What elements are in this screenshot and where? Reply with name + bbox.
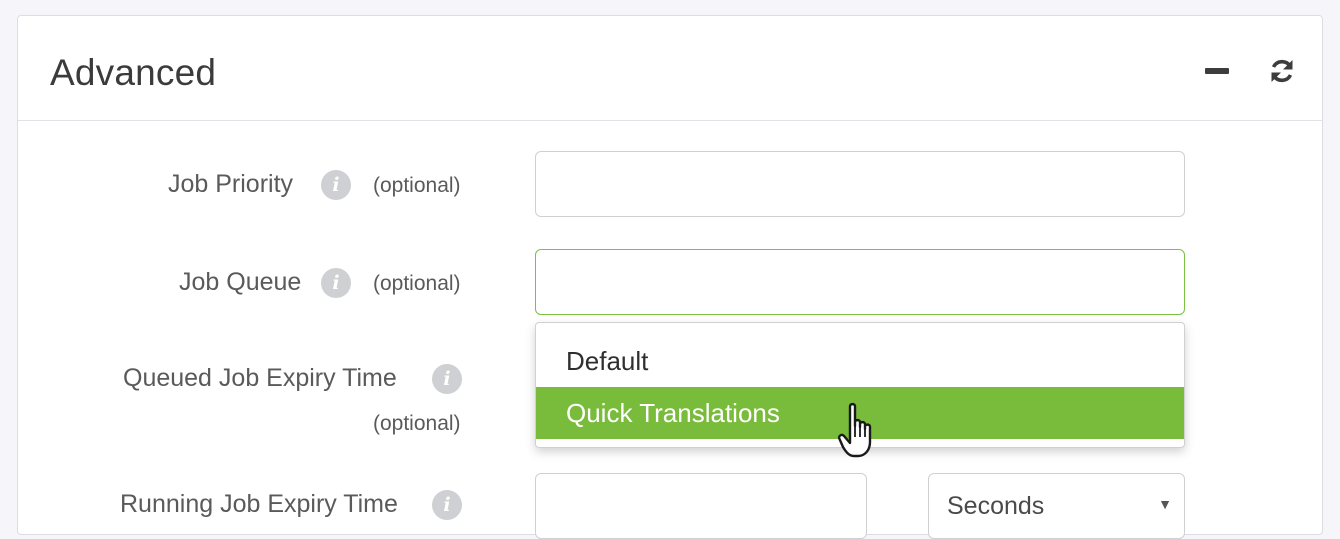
info-icon[interactable]: i (432, 490, 462, 520)
expiry-unit-select[interactable]: Seconds ▼ (928, 473, 1185, 539)
refresh-icon (1271, 59, 1293, 83)
running-expiry-input[interactable] (535, 473, 867, 539)
job-priority-optional: (optional) (373, 174, 461, 197)
queued-expiry-optional: (optional) (373, 412, 461, 435)
info-icon[interactable]: i (321, 170, 351, 200)
job-queue-input[interactable] (535, 249, 1185, 315)
caret-down-icon: ▼ (1158, 496, 1172, 512)
info-glyph: i (443, 493, 451, 516)
dropdown-option-default[interactable]: Default (536, 335, 1184, 387)
panel-header: Advanced (18, 16, 1322, 121)
expiry-unit-value: Seconds (947, 492, 1045, 520)
running-expiry-label: Running Job Expiry Time (120, 490, 398, 518)
refresh-button[interactable] (1265, 54, 1299, 88)
info-glyph: i (332, 173, 340, 196)
queued-expiry-label: Queued Job Expiry Time (123, 364, 397, 392)
job-queue-optional: (optional) (373, 272, 461, 295)
info-glyph: i (443, 367, 451, 390)
job-queue-label: Job Queue (179, 268, 302, 296)
panel-title: Advanced (50, 52, 217, 93)
info-icon[interactable]: i (432, 364, 462, 394)
job-priority-label: Job Priority (168, 170, 294, 198)
hand-cursor-icon (838, 402, 872, 458)
minus-icon (1205, 68, 1229, 74)
info-glyph: i (332, 271, 340, 294)
info-icon[interactable]: i (321, 268, 351, 298)
job-priority-input[interactable] (535, 151, 1185, 217)
collapse-button[interactable] (1200, 54, 1234, 88)
